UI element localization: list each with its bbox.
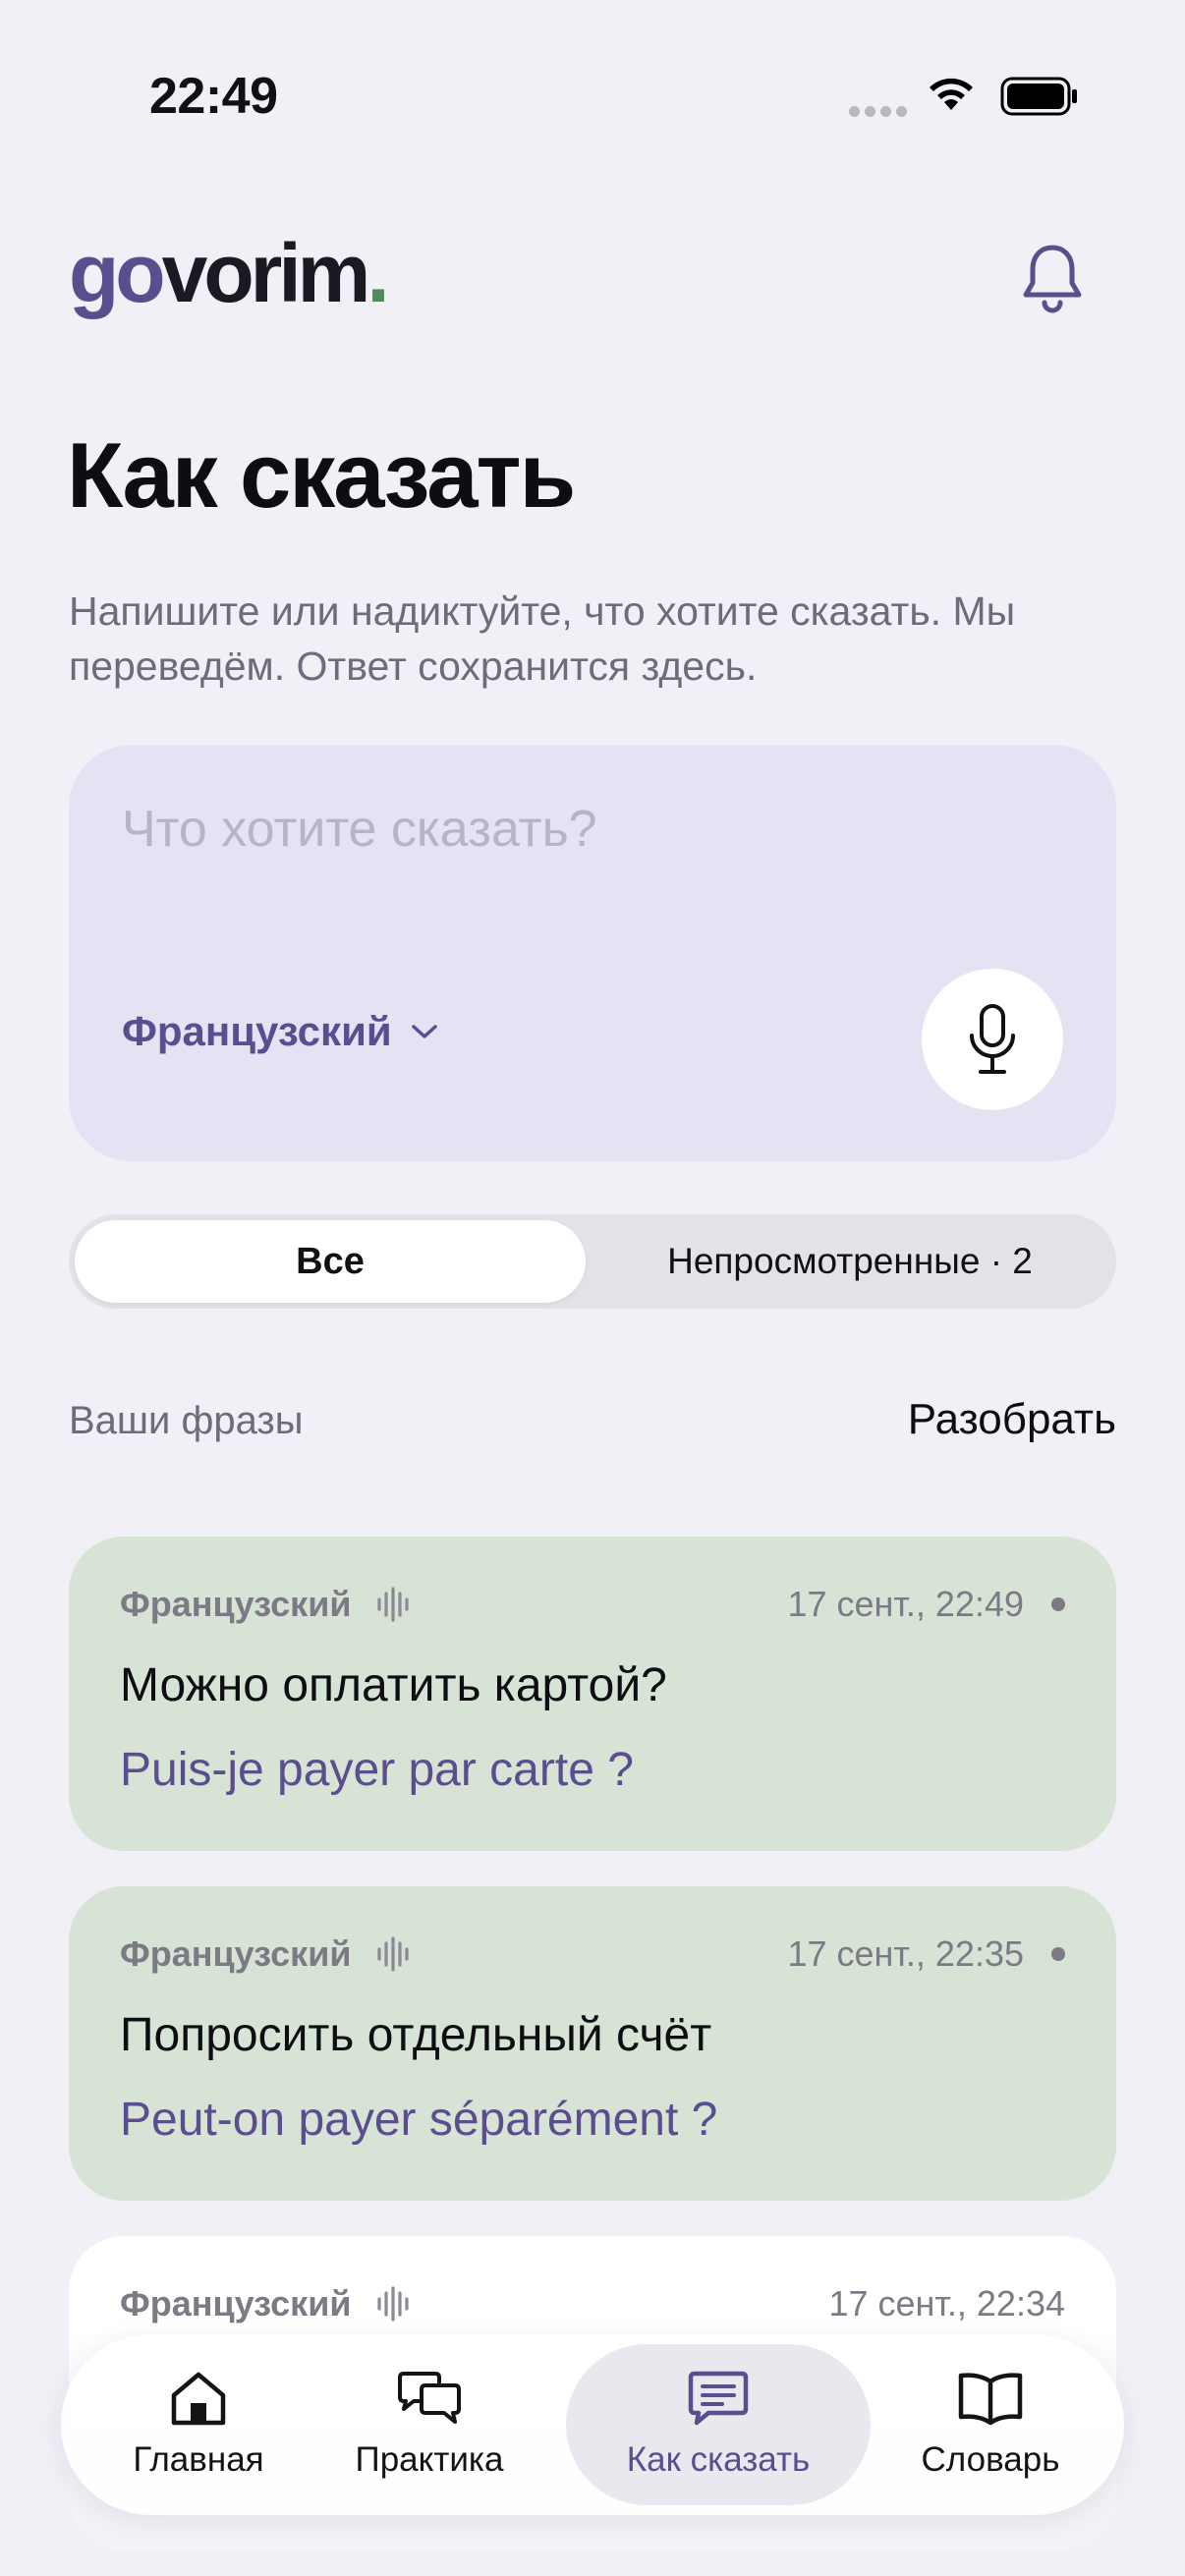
chat-bubbles-icon (398, 2372, 461, 2424)
tab-dictionary[interactable]: Словарь (892, 2334, 1089, 2515)
audio-wave-icon (377, 2286, 410, 2322)
home-icon (171, 2372, 226, 2426)
phrase-card[interactable]: Французский 17 сент., 22:35 Попросить от… (69, 1886, 1116, 2201)
section-title: Ваши фразы (69, 1399, 304, 1442)
review-button[interactable]: Разобрать (908, 1395, 1116, 1444)
page-subtitle: Напишите или надиктуйте, что хотите сказ… (69, 588, 1016, 689)
microphone-button[interactable] (922, 969, 1063, 1110)
phrase-language: Французский (120, 1933, 410, 1975)
bell-icon[interactable] (1018, 242, 1087, 314)
phrase-time: 17 сент., 22:35 (787, 1933, 1065, 1975)
phrase-language: Французский (120, 2283, 410, 2324)
phrase-translation: Peut-on payer séparément ? (120, 2094, 718, 2146)
microphone-icon (970, 1004, 1015, 1074)
tab-label: Практика (355, 2440, 504, 2479)
tab-how-to-say[interactable]: Как сказать (566, 2334, 871, 2515)
phrase-source: Можно оплатить картой? (120, 1659, 667, 1711)
signal-dots-icon (849, 104, 912, 122)
status-time: 22:49 (149, 68, 278, 125)
battery-icon (1000, 77, 1077, 116)
app-logo: govorim. (69, 227, 390, 319)
phrase-filter: Все Непросмотренные · 2 (69, 1214, 1116, 1309)
status-bar: 22:49 (0, 0, 1185, 187)
phrase-language: Французский (120, 1584, 410, 1625)
phrase-input[interactable]: Что хотите сказать? (122, 800, 597, 859)
unread-dot (1051, 1947, 1065, 1961)
tab-label: Главная (133, 2440, 264, 2479)
phrase-translation: Puis-je payer par carte ? (120, 1744, 634, 1796)
language-select[interactable]: Французский (122, 1008, 439, 1055)
book-icon (958, 2373, 1023, 2426)
filter-unseen-tab[interactable]: Непросмотренные · 2 (590, 1220, 1110, 1303)
tab-label: Словарь (921, 2440, 1060, 2479)
message-icon (688, 2371, 749, 2426)
phrase-time: 17 сент., 22:34 (828, 2283, 1065, 2324)
filter-all-tab[interactable]: Все (75, 1220, 586, 1303)
tab-label: Как сказать (626, 2440, 811, 2479)
tab-bar: Главная Практика Как сказать Словарь (61, 2334, 1124, 2515)
chevron-down-icon (411, 1025, 437, 1038)
phrase-source: Попросить отдельный счёт (120, 2009, 712, 2061)
audio-wave-icon (377, 1587, 410, 1622)
phrase-time: 17 сент., 22:49 (787, 1584, 1065, 1625)
phrase-input-card[interactable]: Что хотите сказать? Французский (69, 745, 1116, 1161)
audio-wave-icon (377, 1936, 410, 1972)
phrase-card[interactable]: Французский 17 сент., 22:49 Можно оплати… (69, 1537, 1116, 1851)
tab-home[interactable]: Главная (100, 2334, 297, 2515)
unread-dot (1051, 1597, 1065, 1611)
wifi-icon (930, 78, 973, 110)
tab-practice[interactable]: Практика (326, 2334, 533, 2515)
language-select-label: Французский (122, 1008, 392, 1054)
page-title: Как сказать (67, 423, 576, 527)
